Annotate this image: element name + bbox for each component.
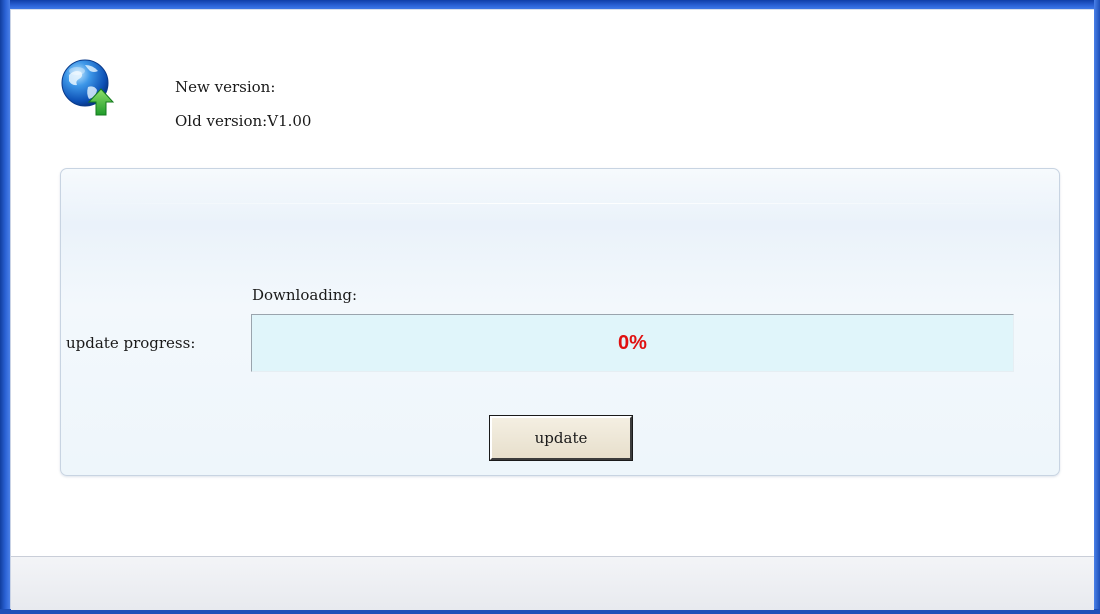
- download-status-label: Downloading:: [252, 286, 358, 304]
- version-info: New version: Old version: V1.00: [175, 70, 311, 138]
- globe-update-icon: [61, 59, 115, 116]
- old-version-line: Old version: V1.00: [175, 104, 311, 138]
- update-progress-label: update progress:: [66, 334, 196, 352]
- new-version-label: New version:: [175, 78, 276, 96]
- progress-percent-text: 0%: [618, 331, 647, 354]
- footer-strip: [11, 556, 1094, 610]
- new-version-line: New version:: [175, 70, 311, 104]
- update-progress-bar: 0%: [251, 314, 1014, 372]
- window-frame-left: [0, 0, 10, 614]
- window-frame-right: [1094, 0, 1100, 614]
- old-version-value: V1.00: [267, 112, 312, 130]
- window-frame-top: [0, 0, 1100, 9]
- update-button[interactable]: update: [489, 415, 633, 461]
- old-version-label: Old version:: [175, 112, 268, 130]
- panel-highlight: [69, 203, 1051, 204]
